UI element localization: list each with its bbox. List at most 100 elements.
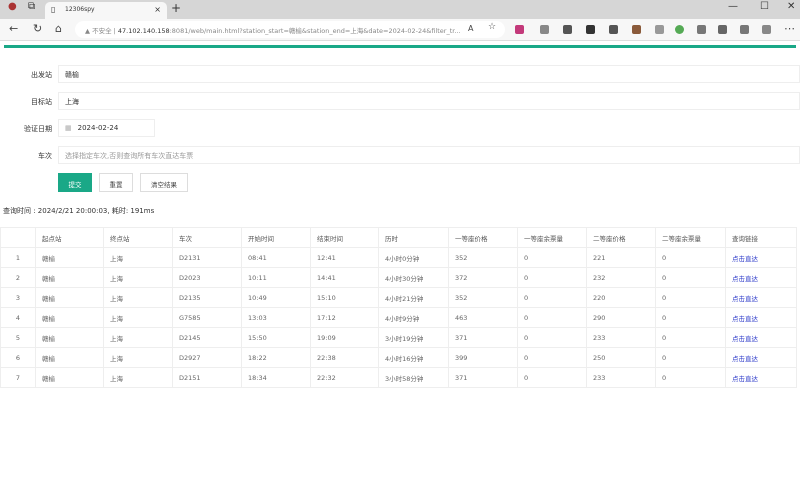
start-station-input[interactable]: 赣榆: [58, 65, 800, 83]
url-input[interactable]: ▲ 不安全 | 47.102.140.158:8081/web/main.htm…: [75, 21, 505, 38]
direct-link[interactable]: 点击直达: [732, 255, 758, 263]
direct-link[interactable]: 点击直达: [732, 335, 758, 343]
table-cell: 233: [586, 327, 656, 348]
maximize-icon[interactable]: ☐: [760, 1, 769, 12]
table-cell: 赣榆: [35, 267, 104, 288]
table-cell: 19:09: [310, 327, 379, 348]
table-cell: 0: [655, 367, 726, 388]
table-cell: 上海: [103, 267, 173, 288]
table-cell: 1: [0, 247, 36, 268]
new-tab-icon[interactable]: +: [171, 1, 181, 15]
table-cell: D2023: [172, 267, 242, 288]
direct-link[interactable]: 点击直达: [732, 375, 758, 383]
tab-title: 12306spy: [65, 6, 95, 13]
extension-icon[interactable]: [540, 25, 549, 34]
direct-link[interactable]: 点击直达: [732, 295, 758, 303]
clear-results-button[interactable]: 清空结果: [140, 173, 188, 192]
table-cell: 221: [586, 247, 656, 268]
column-header: 二等座价格: [586, 227, 656, 248]
table-cell: 220: [586, 287, 656, 308]
table-cell: 上海: [103, 347, 173, 368]
table-cell: 0: [517, 267, 587, 288]
date-input[interactable]: ▦ 2024-02-24: [58, 119, 155, 137]
table-cell: 290: [586, 307, 656, 328]
refresh-icon[interactable]: ↻: [33, 22, 42, 35]
favorites-icon[interactable]: [740, 25, 749, 34]
table-cell: 上海: [103, 287, 173, 308]
table-cell: 赣榆: [35, 247, 104, 268]
table-cell: 上海: [103, 307, 173, 328]
direct-link[interactable]: 点击直达: [732, 275, 758, 283]
table-cell: 233: [586, 367, 656, 388]
extension-icon[interactable]: [632, 25, 641, 34]
table-cell: 10:11: [241, 267, 311, 288]
table-cell: 0: [517, 367, 587, 388]
submit-button[interactable]: 提交: [58, 173, 92, 192]
table-cell: 250: [586, 347, 656, 368]
table-cell: 352: [448, 247, 518, 268]
table-cell: D2131: [172, 247, 242, 268]
more-icon[interactable]: ⋯: [784, 22, 795, 35]
date-label: 验证日期: [24, 125, 52, 133]
table-cell: 18:34: [241, 367, 311, 388]
collections-icon[interactable]: [762, 25, 771, 34]
close-tab-icon[interactable]: ×: [154, 5, 161, 14]
table-cell: 0: [655, 307, 726, 328]
browser-tab[interactable]: ▯ 12306spy ×: [45, 2, 167, 19]
table-cell: 371: [448, 327, 518, 348]
table-cell: 12:41: [310, 247, 379, 268]
extension-icon[interactable]: [697, 25, 706, 34]
table-cell: 463: [448, 307, 518, 328]
read-aloud-icon[interactable]: A: [468, 24, 473, 33]
back-icon[interactable]: ←: [9, 22, 18, 35]
extension-icon[interactable]: [515, 25, 524, 34]
train-label: 车次: [38, 152, 52, 160]
table-cell: 2: [0, 267, 36, 288]
column-header: 查询链接: [725, 227, 797, 248]
direct-link[interactable]: 点击直达: [732, 355, 758, 363]
browser-tab-bar: ● ⧉ ▯ 12306spy × + — ☐ ✕: [0, 0, 800, 19]
table-cell: 7: [0, 367, 36, 388]
table-row: 5 赣榆 上海 D2145 15:50 19:09 3小时19分钟 371 0 233 0 点击直达: [0, 327, 797, 348]
table-cell: 0: [517, 307, 587, 328]
table-cell: D2145: [172, 327, 242, 348]
security-label[interactable]: 不安全: [92, 27, 112, 35]
table-cell: 0: [517, 247, 587, 268]
link-cell: 点击直达: [725, 367, 797, 388]
direct-link[interactable]: 点击直达: [732, 315, 758, 323]
workspaces-icon[interactable]: ⧉: [28, 1, 35, 12]
close-window-icon[interactable]: ✕: [787, 1, 795, 12]
extensions-icon[interactable]: [718, 25, 727, 34]
table-cell: 17:12: [310, 307, 379, 328]
extension-icon[interactable]: [586, 25, 595, 34]
table-cell: 0: [655, 347, 726, 368]
date-value: 2024-02-24: [77, 124, 119, 132]
table-cell: 0: [517, 287, 587, 308]
minimize-icon[interactable]: —: [728, 1, 738, 12]
table-cell: 0: [517, 327, 587, 348]
table-row: 4 赣榆 上海 G7585 13:03 17:12 4小时9分钟 463 0 290 0 点击直达: [0, 307, 797, 328]
extension-icon[interactable]: [563, 25, 572, 34]
extension-icon[interactable]: [609, 25, 618, 34]
profile-avatar-icon[interactable]: ●: [8, 1, 17, 12]
table-cell: 赣榆: [35, 287, 104, 308]
favorite-icon[interactable]: ☆: [488, 22, 496, 32]
table-cell: 352: [448, 287, 518, 308]
url-path: :8081/web/main.html?station_start=赣榆&sta…: [169, 27, 461, 35]
warning-icon: ▲: [85, 27, 90, 35]
link-cell: 点击直达: [725, 267, 797, 288]
table-cell: 14:41: [310, 267, 379, 288]
reset-button[interactable]: 重置: [99, 173, 133, 192]
table-cell: 15:10: [310, 287, 379, 308]
end-station-input[interactable]: 上海: [58, 92, 800, 110]
extension-icon[interactable]: [655, 25, 664, 34]
column-header: 一等座价格: [448, 227, 518, 248]
table-row: 7 赣榆 上海 D2151 18:34 22:32 3小时58分钟 371 0 233 0 点击直达: [0, 367, 797, 388]
extension-icon[interactable]: [675, 25, 684, 34]
table-cell: 赣榆: [35, 307, 104, 328]
table-cell: 22:32: [310, 367, 379, 388]
table-cell: 0: [517, 347, 587, 368]
url-host: 47.102.140.158: [117, 27, 170, 35]
train-input[interactable]: 选择指定车次,否则查询所有车次直达车票: [58, 146, 800, 164]
home-icon[interactable]: ⌂: [55, 22, 62, 35]
